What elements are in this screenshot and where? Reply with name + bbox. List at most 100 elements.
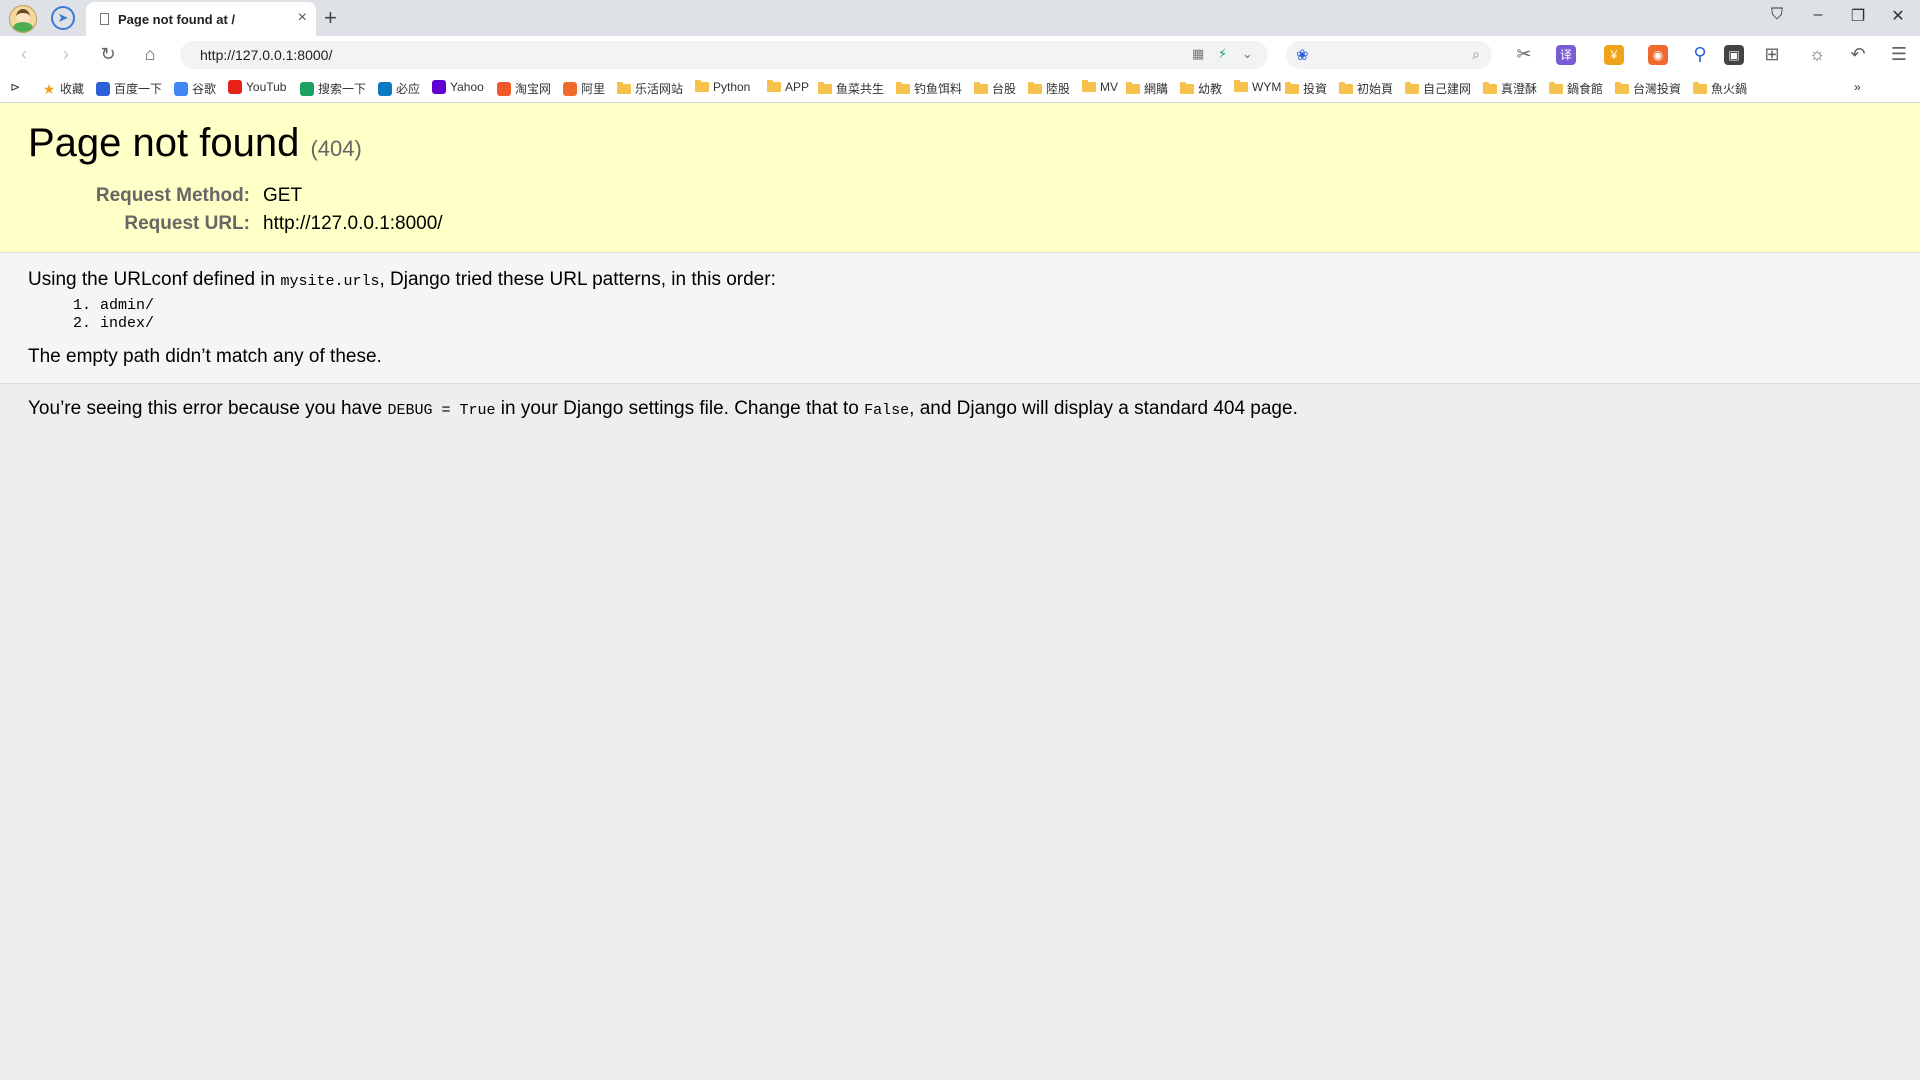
site-favicon-icon	[563, 81, 577, 96]
bookmark-item[interactable]: 淘宝网	[497, 80, 551, 97]
intro-text-after: , Django tried these URL patterns, in th…	[379, 269, 776, 290]
bookmark-item[interactable]: WYM	[1234, 80, 1281, 94]
bookmark-label: 自己建网	[1423, 82, 1472, 96]
shield-icon[interactable]: ¥	[1604, 45, 1624, 65]
bookmark-item[interactable]: 網購	[1126, 80, 1168, 97]
url-pattern-item: index/	[100, 315, 154, 333]
bookmark-item[interactable]: 百度一下	[96, 80, 162, 97]
bookmark-label: 初始頁	[1357, 82, 1394, 96]
pin-icon[interactable]: ⛉	[1762, 6, 1792, 24]
folder-icon	[1180, 81, 1194, 94]
bookmark-label: 幼教	[1198, 82, 1223, 96]
bookmark-item[interactable]: 初始頁	[1339, 80, 1393, 97]
urlconf-module: mysite.urls	[280, 273, 380, 290]
bookmark-label: 台灣投資	[1633, 82, 1682, 96]
bookmark-item[interactable]: 魚火鍋	[1693, 80, 1747, 97]
url-pattern-list: admin/ index/	[58, 297, 154, 333]
request-method-label: Request Method:	[95, 185, 250, 206]
restore-button[interactable]: ❐	[1843, 6, 1873, 26]
forward-icon[interactable]: ›	[54, 44, 78, 65]
bookmark-label: 必应	[396, 82, 421, 96]
search-box[interactable]: ❀ ⌕	[1286, 41, 1492, 69]
explanation-text-after: , and Django will display a standard 404…	[909, 398, 1298, 419]
bookmark-item[interactable]: 谷歌	[174, 80, 216, 97]
folder-icon	[974, 81, 988, 94]
folder-icon	[818, 81, 832, 94]
magnifier-icon[interactable]: ⚲	[1688, 44, 1712, 65]
bookmark-item[interactable]: 钓鱼饵料	[896, 80, 962, 97]
bookmark-item[interactable]: 乐活网站	[617, 80, 683, 97]
bookmark-item[interactable]: 鍋食館	[1549, 80, 1603, 97]
folder-icon	[1549, 81, 1563, 94]
bookmark-label: 投資	[1303, 82, 1328, 96]
bookmark-item[interactable]: 搜索一下	[300, 80, 366, 97]
bookmark-label: 百度一下	[114, 82, 163, 96]
bookmark-item[interactable]: ★ 收藏	[42, 80, 84, 97]
bookmark-label: APP	[785, 80, 810, 94]
site-favicon-icon	[228, 80, 242, 94]
bookmark-label: 淘宝网	[515, 82, 552, 96]
reader-icon[interactable]: ▣	[1724, 45, 1744, 65]
folder-icon	[1405, 81, 1419, 94]
folder-icon	[1285, 81, 1299, 94]
tab-close-icon[interactable]: ×	[298, 9, 307, 27]
folder-icon	[617, 81, 631, 94]
grid-icon[interactable]: ⊞	[1760, 44, 1784, 65]
qr-code-icon[interactable]: ▦	[1192, 46, 1204, 62]
menu-icon[interactable]: ☰	[1887, 44, 1911, 65]
site-favicon-icon	[432, 80, 446, 94]
user-avatar-icon[interactable]	[9, 5, 37, 33]
address-bar[interactable]: http://127.0.0.1:8000/ ▦ ⚡ ⌄	[180, 41, 1268, 69]
bookmark-item[interactable]: 投資	[1285, 80, 1327, 97]
close-window-button[interactable]: ✕	[1883, 6, 1913, 26]
folder-icon	[896, 81, 910, 94]
bookmark-item[interactable]: 鱼菜共生	[818, 80, 884, 97]
status-code: (404)	[310, 136, 362, 161]
bookmark-label: 收藏	[60, 82, 85, 96]
paw-search-engine-icon[interactable]: ❀	[1296, 46, 1309, 64]
bookmark-item[interactable]: Yahoo	[432, 80, 484, 94]
explanation-text-middle: in your Django settings file. Change tha…	[495, 398, 865, 419]
request-url-value: http://127.0.0.1:8000/	[263, 213, 443, 234]
bookmark-item[interactable]: 阿里	[563, 80, 605, 97]
back-icon[interactable]: ‹	[12, 44, 36, 65]
brightness-icon[interactable]: ☼	[1805, 44, 1829, 65]
home-icon[interactable]: ⌂	[138, 44, 162, 65]
address-url[interactable]: http://127.0.0.1:8000/	[200, 47, 332, 63]
bookmark-item[interactable]: APP	[767, 80, 809, 94]
new-tab-button[interactable]: +	[324, 5, 337, 31]
game-icon[interactable]: ◉	[1648, 45, 1668, 65]
bookmark-label: 谷歌	[192, 82, 217, 96]
request-method-value: GET	[263, 185, 303, 206]
bookmark-item[interactable]: 台股	[974, 80, 1016, 97]
reload-icon[interactable]: ↻	[96, 44, 120, 65]
undo-icon[interactable]: ↶	[1846, 44, 1870, 65]
site-favicon-icon	[96, 81, 110, 96]
minimize-button[interactable]: –	[1803, 6, 1833, 24]
bookmark-item[interactable]: MV	[1082, 80, 1118, 94]
bookmark-item[interactable]: YouTub	[228, 80, 286, 94]
bookmark-item[interactable]: 必应	[378, 80, 420, 97]
bookmark-label: 阿里	[581, 82, 606, 96]
bookmark-label: 搜索一下	[318, 82, 367, 96]
translate-icon[interactable]: 译	[1556, 45, 1576, 65]
bookmark-item[interactable]: 真澄酥	[1483, 80, 1537, 97]
scissors-icon[interactable]: ✂	[1512, 44, 1536, 65]
bookmark-item[interactable]: 幼教	[1180, 80, 1222, 97]
chevron-down-icon[interactable]: ⌄	[1242, 46, 1253, 62]
search-icon[interactable]: ⌕	[1472, 46, 1480, 63]
bookmark-label: 陸股	[1046, 82, 1071, 96]
navigate-icon[interactable]: ➤	[51, 6, 75, 30]
sidebar-toggle-icon[interactable]: ⊳	[10, 80, 20, 94]
bookmark-item[interactable]: 台灣投資	[1615, 80, 1681, 97]
lightning-icon[interactable]: ⚡	[1218, 46, 1227, 62]
bookmark-item[interactable]: Python	[695, 80, 750, 94]
bookmark-item[interactable]: 陸股	[1028, 80, 1070, 97]
bookmark-label: 魚火鍋	[1711, 82, 1748, 96]
tab-active[interactable]: Page not found at / ×	[86, 2, 316, 36]
false-value: False	[864, 402, 910, 419]
bookmark-item[interactable]: 自己建网	[1405, 80, 1471, 97]
bookmark-label: 鍋食館	[1567, 82, 1604, 96]
folder-icon	[1234, 80, 1248, 92]
bookmarks-more-button[interactable]: »	[1854, 80, 1861, 94]
